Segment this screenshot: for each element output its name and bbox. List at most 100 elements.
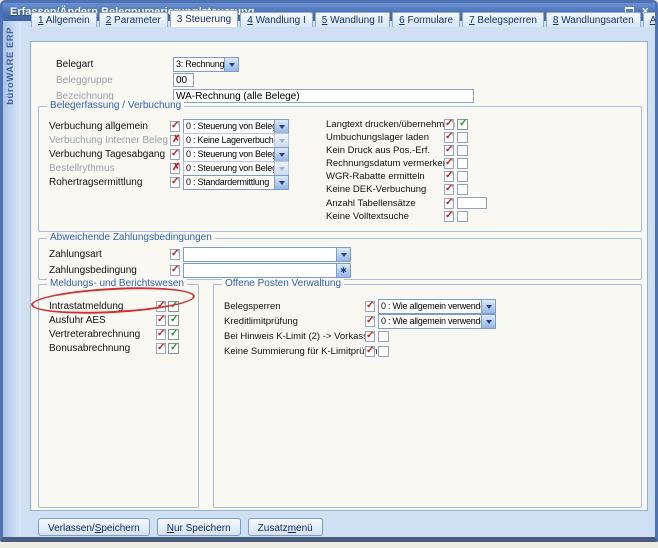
- verlassen-speichern-button[interactable]: Verlassen/Speichern: [38, 518, 150, 536]
- flag-check-icon[interactable]: [444, 198, 454, 209]
- langtext-checkbox[interactable]: [457, 119, 468, 130]
- beleggruppe-label: Beleggruppe: [56, 75, 113, 86]
- tab-bar: 1 Allgemein 2 Parameter 3 Steuerung 4 Wa…: [31, 10, 658, 27]
- tab-wandlung-2[interactable]: 5 Wandlung II: [315, 12, 390, 27]
- brand-label: büroWARE ERP: [5, 27, 16, 105]
- row-anzahl-tabellensaetze: Anzahl Tabellensätze: [326, 196, 487, 210]
- keine-dek-checkbox[interactable]: [457, 184, 468, 195]
- keine-volltextsuche-checkbox[interactable]: [457, 211, 468, 222]
- flag-check-icon[interactable]: [444, 184, 454, 195]
- verbuchung-tagesabgang-select[interactable]: 0 : Steuerung von Belegart: [183, 147, 289, 162]
- row-langtext: Langtext drucken/übernehmen: [326, 118, 487, 131]
- tab-sonstige[interactable]: A Sonstige: [643, 12, 658, 27]
- row-vertreterabrechnung: Vertreterabrechnung: [49, 327, 179, 341]
- flag-check-icon[interactable]: [156, 329, 166, 340]
- flag-check-icon[interactable]: [170, 249, 180, 260]
- row-keine-volltextsuche: Keine Volltextsuche: [326, 210, 487, 223]
- flag-check-icon[interactable]: [170, 177, 180, 188]
- rohertragsermittlung-select[interactable]: 0 : Standardermittlung: [183, 175, 289, 190]
- tab-allgemein[interactable]: 1 Allgemein: [31, 12, 97, 27]
- row-kreditlimitpruefung: Kreditlimitprüfung 0 : Wie allgemein ver…: [224, 314, 496, 329]
- chevron-down-icon[interactable]: [274, 162, 288, 175]
- beleggruppe-input[interactable]: [173, 73, 194, 87]
- group-zahlungsbedingungen-title: Abweichende Zahlungsbedingungen: [47, 232, 215, 243]
- row-ausfuhr-aes: Ausfuhr AES: [49, 313, 179, 327]
- tab-formulare[interactable]: 6 Formulare: [392, 12, 460, 27]
- row-rechnungsdatum: Rechnungsdatum vermerken: [326, 157, 487, 170]
- kein-druck-checkbox[interactable]: [457, 145, 468, 156]
- flag-check-icon[interactable]: [444, 132, 454, 143]
- chevron-down-icon[interactable]: [274, 148, 288, 161]
- flag-check-icon[interactable]: [156, 343, 166, 354]
- row-verbuchung-allgemein: Verbuchung allgemein 0 : Steuerung von B…: [49, 119, 289, 133]
- tab-wandlungsarten[interactable]: 8 Wandlungsarten: [546, 12, 641, 27]
- vertreterabrechnung-checkbox[interactable]: [168, 329, 179, 340]
- flag-check-icon[interactable]: [444, 145, 454, 156]
- belegart-select[interactable]: 3: Rechnung: [173, 57, 239, 72]
- row-belegsperren: Belegsperren 0 : Wie allgemein verwenden: [224, 299, 496, 314]
- app-window: Erfassen/Ändern Belegnumerierung/steueru…: [0, 0, 658, 542]
- chevron-down-icon[interactable]: [481, 315, 495, 328]
- screen: Erfassen/Ändern Belegnumerierung/steueru…: [0, 0, 658, 548]
- chevron-down-icon[interactable]: [481, 300, 495, 313]
- verbuchung-allgemein-select[interactable]: 0 : Steuerung von Belegart: [183, 119, 289, 134]
- chevron-down-icon[interactable]: [336, 248, 350, 261]
- flag-check-icon[interactable]: [170, 121, 180, 132]
- flag-cross-icon[interactable]: [170, 163, 180, 174]
- group-meldungen: Meldungs- und Berichtswesen Intrastatmel…: [38, 284, 199, 508]
- row-bonusabrechnung: Bonusabrechnung: [49, 341, 179, 355]
- lookup-icon[interactable]: ✱: [336, 264, 350, 277]
- rechnungsdatum-checkbox[interactable]: [457, 158, 468, 169]
- tab-belegsperren[interactable]: 7 Belegsperren: [462, 12, 544, 27]
- flag-check-icon[interactable]: [444, 119, 454, 130]
- wgr-rabatte-checkbox[interactable]: [457, 171, 468, 182]
- group-offene-posten-title: Offene Posten Verwaltung: [222, 278, 344, 289]
- row-verbuchung-interner-beleg: Verbuchung Interner Beleg 0 : Keine Lage…: [49, 133, 289, 147]
- row-verbuchung-tagesabgang: Verbuchung Tagesabgang 0 : Steuerung von…: [49, 147, 289, 161]
- row-rohertragsermittlung: Rohertragsermittlung 0 : Standardermittl…: [49, 175, 289, 189]
- bezeichnung-input[interactable]: [173, 89, 474, 103]
- flag-cross-icon[interactable]: [170, 135, 180, 146]
- flag-check-icon[interactable]: [156, 315, 166, 326]
- row-keine-summierung: Keine Summierung für K-Limitprüfung: [224, 344, 496, 359]
- flag-check-icon[interactable]: [444, 171, 454, 182]
- flag-check-icon[interactable]: [170, 265, 180, 276]
- zusatzmenu-button[interactable]: Zusatzmenü: [248, 518, 323, 536]
- chevron-down-icon[interactable]: [224, 58, 238, 71]
- bonusabrechnung-checkbox[interactable]: [168, 343, 179, 354]
- row-wgr-rabatte: WGR-Rabatte ermitteln: [326, 170, 487, 183]
- nur-speichern-button[interactable]: Nur Speichern: [157, 518, 241, 536]
- chevron-down-icon[interactable]: [274, 134, 288, 147]
- group-belegerfassung-title: Belegerfassung / Verbuchung: [47, 100, 184, 111]
- chevron-down-icon[interactable]: [274, 120, 288, 133]
- verbuchung-interner-beleg-select[interactable]: 0 : Keine Lagerverbuchung: [183, 133, 289, 148]
- zahlungsart-select[interactable]: [183, 247, 351, 262]
- anzahl-tabellensaetze-input[interactable]: [457, 197, 487, 209]
- tab-parameter[interactable]: 2 Parameter: [99, 12, 168, 27]
- row-zahlungsbedingung: Zahlungsbedingung ✱: [49, 262, 351, 278]
- zahlungsbedingung-input[interactable]: ✱: [183, 263, 351, 278]
- chevron-down-icon[interactable]: [274, 176, 288, 189]
- flag-check-icon[interactable]: [170, 149, 180, 160]
- tab-steuerung[interactable]: 3 Steuerung: [170, 10, 239, 27]
- flag-check-icon[interactable]: [365, 331, 375, 342]
- vorkasse-checkbox[interactable]: [378, 331, 389, 342]
- bestellrythmus-select[interactable]: 0 : Steuerung von Belegart: [183, 161, 289, 176]
- flag-check-icon[interactable]: [365, 301, 375, 312]
- tab-wandlung-1[interactable]: 4 Wandlung I: [240, 12, 313, 27]
- brand-strip: büroWARE ERP: [3, 21, 21, 537]
- flag-check-icon[interactable]: [365, 346, 375, 357]
- button-bar: Verlassen/Speichern Nur Speichern Zusatz…: [38, 518, 323, 536]
- belegart-label: Belegart: [56, 59, 93, 70]
- ausfuhr-aes-checkbox[interactable]: [168, 315, 179, 326]
- flag-check-icon[interactable]: [444, 211, 454, 222]
- keine-summierung-checkbox[interactable]: [378, 346, 389, 357]
- flag-check-icon[interactable]: [444, 158, 454, 169]
- group-offene-posten: Offene Posten Verwaltung Belegsperren 0 …: [213, 284, 642, 508]
- row-bestellrythmus: Bestellrythmus 0 : Steuerung von Belegar…: [49, 161, 289, 175]
- belegsperren-select[interactable]: 0 : Wie allgemein verwenden: [378, 299, 496, 314]
- flag-check-icon[interactable]: [365, 316, 375, 327]
- umbuchungslager-checkbox[interactable]: [457, 132, 468, 143]
- row-umbuchungslager: Umbuchungslager laden: [326, 131, 487, 144]
- kreditlimitpruefung-select[interactable]: 0 : Wie allgemein verwenden: [378, 314, 496, 329]
